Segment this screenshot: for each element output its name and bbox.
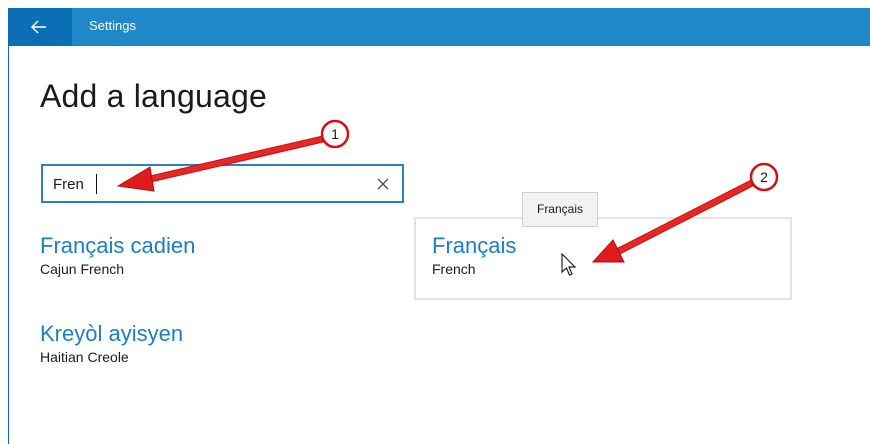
annotation-badge-2: 2 xyxy=(749,162,779,192)
annotation-badge-label: 2 xyxy=(760,169,768,185)
annotation-arrow-1 xyxy=(116,135,327,192)
annotation-badge-label: 1 xyxy=(331,126,339,142)
annotation-badge-1: 1 xyxy=(320,119,350,149)
annotation-arrow-2 xyxy=(591,179,756,263)
annotation-layer: 1 2 xyxy=(116,119,779,263)
